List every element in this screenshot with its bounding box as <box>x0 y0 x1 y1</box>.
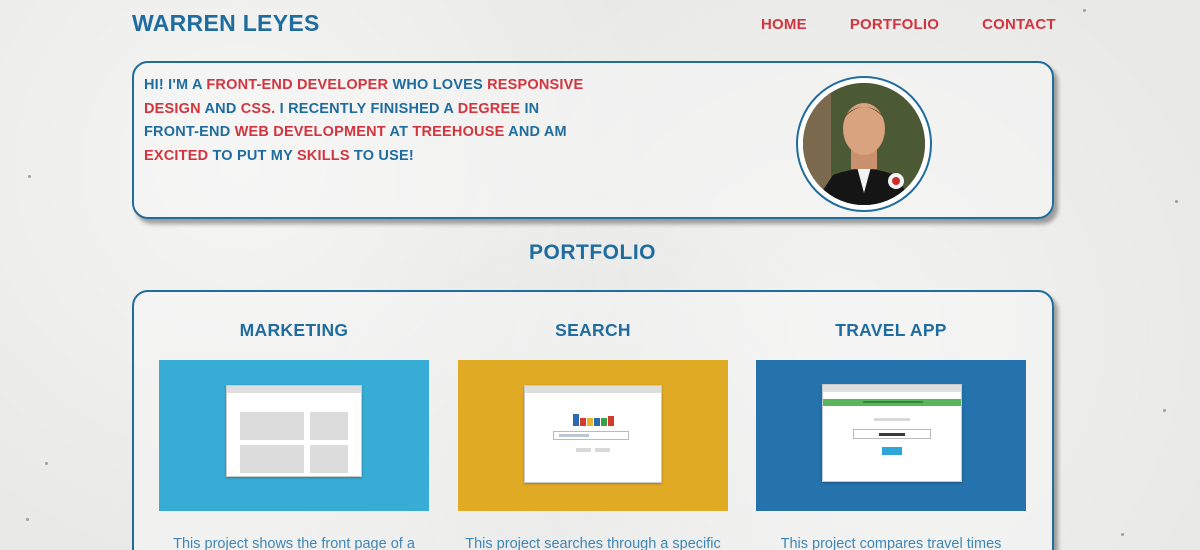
portfolio-card: MARKETING This project shows the front p… <box>132 290 1054 550</box>
intro-highlight: FRONT-END DEVELOPER <box>206 77 389 93</box>
project-title[interactable]: MARKETING <box>159 320 429 341</box>
intro-segment: AND AM <box>504 124 567 140</box>
intro-highlight: TREEHOUSE <box>412 124 505 140</box>
intro-highlight: SKILLS <box>296 147 350 164</box>
intro-text: HI! I'M A FRONT-END DEVELOPER WHO LOVES … <box>144 74 584 168</box>
project-title[interactable]: TRAVEL APP <box>756 320 1026 341</box>
project-description: This project shows the front page of a <box>173 536 415 550</box>
project-thumbnail[interactable] <box>756 360 1026 511</box>
intro-segment: AND <box>200 100 241 117</box>
profile-photo-illustration <box>803 83 925 205</box>
browser-mockup <box>226 385 362 477</box>
intro-segment: AT <box>385 124 413 140</box>
intro-highlight: WEB DEVELOPMENT <box>234 124 386 140</box>
paper-speck <box>1163 409 1166 412</box>
paper-speck <box>1083 9 1086 12</box>
site-title[interactable]: WARREN LEYES <box>132 10 320 37</box>
project-title[interactable]: SEARCH <box>458 320 728 341</box>
intro-segment: WHO LOVES <box>388 77 488 93</box>
project-marketing[interactable]: MARKETING This project shows the front p… <box>159 292 429 550</box>
project-travel-app[interactable]: TRAVEL APP This project compares travel … <box>756 292 1026 550</box>
intro-highlight: CSS. <box>240 100 276 117</box>
intro-segment: I RECENTLY FINISHED A <box>275 100 458 117</box>
intro-highlight: DEGREE <box>457 100 521 117</box>
intro-card: HI! I'M A FRONT-END DEVELOPER WHO LOVES … <box>132 61 1054 219</box>
browser-mockup <box>524 385 662 483</box>
paper-speck <box>1121 533 1124 536</box>
intro-segment: TO PUT MY <box>208 147 297 164</box>
nav-home[interactable]: HOME <box>761 16 807 33</box>
paper-speck <box>28 175 31 178</box>
project-description: This project searches through a specific <box>465 536 721 550</box>
intro-highlight: EXCITED <box>144 147 209 164</box>
avatar <box>796 76 932 212</box>
intro-segment: TO USE! <box>349 147 414 164</box>
nav-contact[interactable]: CONTACT <box>982 16 1056 33</box>
nav-portfolio[interactable]: PORTFOLIO <box>850 16 939 33</box>
intro-segment: HI! I'M A <box>144 77 207 93</box>
profile-photo <box>803 83 925 205</box>
browser-mockup <box>822 384 962 482</box>
project-thumbnail[interactable] <box>458 360 728 511</box>
paper-speck <box>45 462 48 465</box>
paper-speck <box>26 518 29 521</box>
main-nav: HOME PORTFOLIO CONTACT <box>761 16 1056 33</box>
paper-speck <box>1175 200 1178 203</box>
project-description: This project compares travel times <box>780 536 1002 550</box>
project-thumbnail[interactable] <box>159 360 429 511</box>
portfolio-heading: PORTFOLIO <box>529 241 656 264</box>
project-search[interactable]: SEARCH This project searches through a s… <box>458 292 728 550</box>
